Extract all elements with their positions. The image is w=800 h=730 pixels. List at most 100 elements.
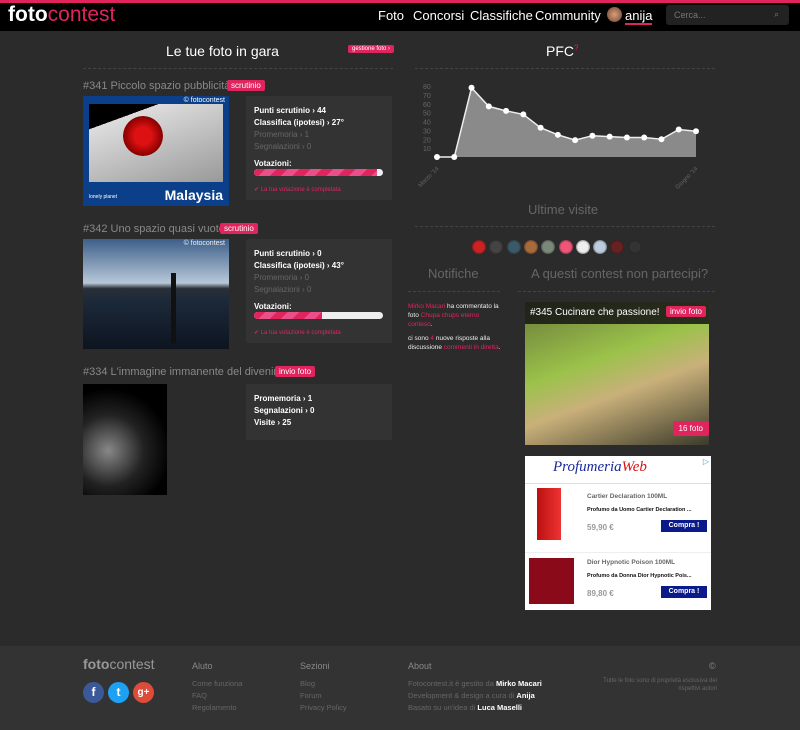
data-point	[572, 137, 579, 144]
data-point	[537, 124, 544, 131]
divider	[415, 68, 715, 69]
divider	[83, 68, 393, 69]
data-point	[606, 133, 613, 140]
photo-stats-panel: Punti scrutinio › 0 Classifica (ipotesi)…	[246, 239, 392, 343]
link-mirko[interactable]: Mirko Macari	[496, 679, 542, 688]
votes-progress	[254, 169, 383, 176]
notification-item[interactable]: Mirko Macari ha commentato la foto Chupa…	[408, 302, 503, 329]
link-come-funziona[interactable]: Come funziona	[192, 678, 242, 690]
visitor-avatar[interactable]	[506, 240, 521, 254]
nav-community[interactable]: Community	[535, 8, 601, 23]
manage-photos-button[interactable]: gestione foto ›	[348, 45, 395, 53]
data-point	[468, 84, 475, 91]
data-point	[520, 111, 527, 118]
ad-product-desc: Profumo da Donna Dior Hypnotic Pois...	[587, 573, 692, 579]
notifications-title: Notifiche	[428, 266, 479, 281]
search-input[interactable]	[666, 5, 789, 25]
visitor-avatar[interactable]	[610, 240, 625, 254]
chart-title: Ultime visite	[528, 202, 599, 217]
reports: Segnalazioni › 0	[254, 285, 312, 294]
photo-thumbnail[interactable]: © fotocontest	[83, 239, 229, 349]
data-point	[589, 132, 596, 139]
footer-sections-title: Sezioni	[300, 661, 330, 671]
visitor-avatar[interactable]	[627, 240, 642, 254]
y-tick-label: 60	[423, 102, 431, 109]
visitor-avatar[interactable]	[523, 240, 538, 254]
reminders: Promemoria › 1	[254, 130, 310, 139]
data-point	[485, 103, 492, 110]
photo-thumbnail[interactable]: © fotocontest Malaysia lonely planet	[83, 96, 229, 206]
link-regolamento[interactable]: Regolamento	[192, 702, 242, 714]
contest-card[interactable]: #345 Cucinare che passione! invio foto 1…	[525, 302, 709, 445]
adchoices-icon[interactable]: ▷	[703, 457, 709, 466]
x-tick-label: Giugno '14	[675, 166, 700, 191]
logo[interactable]: fotocontest	[8, 3, 115, 27]
visitor-avatar[interactable]	[558, 240, 573, 254]
link-forum[interactable]: Forum	[300, 690, 347, 702]
photo-title[interactable]: #334 L'immagine immanente del divenire	[83, 366, 283, 378]
photo-thumbnail[interactable]	[83, 384, 167, 495]
ad-price: 89,80 €	[587, 589, 614, 598]
link-faq[interactable]: FAQ	[192, 690, 242, 702]
status-badge: invio foto	[275, 366, 316, 377]
link-anija[interactable]: Anija	[516, 691, 534, 700]
link-luca[interactable]: Luca Maselli	[477, 703, 522, 712]
notification-item[interactable]: ci sono 4 nuove risposte alla discussion…	[408, 334, 503, 352]
facebook-icon[interactable]: f	[83, 682, 104, 703]
buy-button[interactable]: Compra !	[661, 520, 707, 532]
divider	[415, 226, 715, 227]
area-fill	[437, 87, 696, 157]
visitor-avatar[interactable]	[593, 240, 608, 254]
buy-button[interactable]: Compra !	[661, 586, 707, 598]
y-tick-label: 30	[423, 128, 431, 135]
help-icon[interactable]: ?	[574, 43, 578, 52]
photo-title[interactable]: #342 Uno spazio quasi vuoto	[83, 223, 225, 235]
user-menu[interactable]: anija	[625, 8, 653, 25]
status-badge: scrutinio	[220, 223, 258, 234]
points: Punti scrutinio › 0	[254, 249, 322, 258]
photo-title[interactable]: #341 Piccolo spazio pubblicità	[83, 80, 230, 92]
ranking: Classifica (ipotesi) › 43°	[254, 261, 344, 270]
status-badge: scrutinio	[227, 80, 265, 91]
visitor-avatar[interactable]	[541, 240, 556, 254]
ad-product-name: Cartier Declaration 100ML	[587, 493, 668, 500]
link-blog[interactable]: Blog	[300, 678, 347, 690]
twitter-icon[interactable]: t	[108, 682, 129, 703]
about-line: Fotocontest.it è gestito da Mirko Macari	[408, 679, 542, 688]
about-line: Basato su un'idea di Luca Maselli	[408, 703, 523, 712]
footer-logo: fotocontest	[83, 656, 155, 672]
y-tick-label: 10	[423, 146, 431, 153]
visitor-avatar[interactable]	[472, 240, 486, 254]
footer-about: Fotocontest.it è gestito da Mirko Macari…	[408, 678, 542, 714]
y-tick-label: 40	[423, 120, 431, 127]
visitor-avatar[interactable]	[489, 240, 504, 254]
data-point	[658, 136, 665, 143]
copyright-icon: ©	[709, 661, 716, 671]
nav-concorsi[interactable]: Concorsi	[413, 8, 464, 23]
photo-stats-panel: Punti scrutinio › 44 Classifica (ipotesi…	[246, 96, 392, 200]
about-line: Development & design a cura di Anija	[408, 691, 535, 700]
ad-brand: ProfumeriaWeb	[553, 459, 647, 475]
data-point	[503, 107, 510, 114]
points: Punti scrutinio › 44	[254, 106, 327, 115]
y-tick-label: 80	[423, 84, 431, 91]
nav-classifiche[interactable]: Classifiche	[470, 8, 533, 23]
visitor-avatar[interactable]	[575, 240, 590, 254]
vote-complete: ✔ La tua votazione è completata	[254, 330, 341, 336]
photo-count: 16 foto	[672, 421, 709, 436]
visits: Visite › 25	[254, 418, 292, 427]
pfc-title: PFC?	[546, 43, 579, 59]
data-point	[675, 126, 682, 133]
nav-foto[interactable]: Foto	[378, 8, 404, 23]
ranking: Classifica (ipotesi) › 27°	[254, 118, 344, 127]
search-icon[interactable]: ⌕	[774, 9, 779, 20]
user-avatar[interactable]	[607, 7, 622, 22]
footer-help-links: Come funziona FAQ Regolamento	[192, 678, 242, 714]
y-tick-label: 20	[423, 137, 431, 144]
google-plus-icon[interactable]: g+	[133, 682, 154, 703]
ad-banner[interactable]: ProfumeriaWeb ▷ Cartier Declaration 100M…	[525, 456, 711, 610]
photo-stats-panel: Promemoria › 1 Segnalazioni › 0 Visite ›…	[246, 384, 392, 440]
link-privacy[interactable]: Privacy Policy	[300, 702, 347, 714]
y-tick-label: 50	[423, 111, 431, 118]
data-point	[623, 134, 630, 141]
